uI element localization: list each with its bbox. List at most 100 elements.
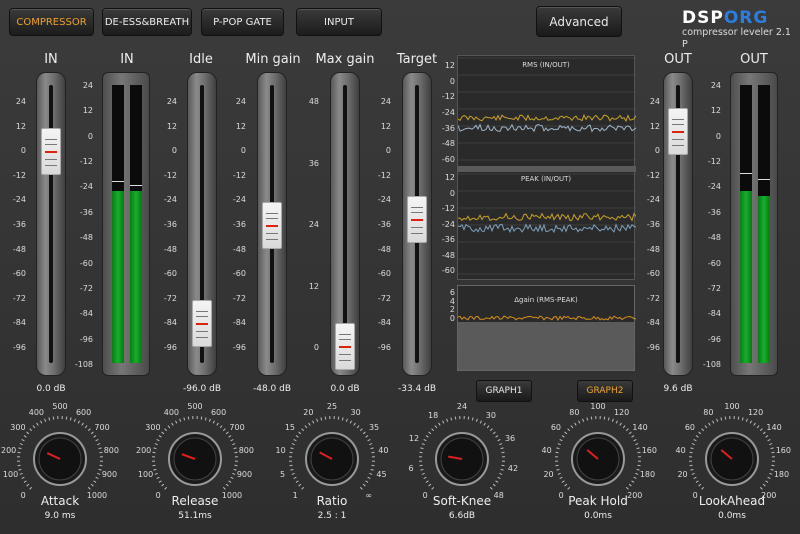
scale-tick: -48: [163, 244, 177, 254]
graph1-button[interactable]: GRAPH1: [476, 380, 532, 402]
knob-tick-label: 800: [238, 445, 254, 455]
scale-tick: 0: [87, 131, 93, 141]
in-value: 0.0 dB: [36, 384, 66, 394]
tab-compressor[interactable]: COMPRESSOR: [9, 8, 94, 36]
scale-tick: 12: [166, 121, 177, 131]
knob-name: Attack: [40, 494, 80, 508]
scale-tick: -108: [74, 360, 93, 369]
scale-tick: 6: [449, 288, 455, 297]
knob-tick-label: 18: [428, 410, 439, 420]
scale-tick: 24: [380, 97, 391, 106]
scale-tick: -84: [163, 318, 177, 328]
knob-tick-label: 30: [485, 410, 496, 420]
tab-p-pop-gate[interactable]: P-POP GATE: [201, 8, 284, 36]
knob-value: 0.0ms: [584, 511, 612, 521]
knob-tick-label: 400: [163, 407, 180, 417]
tab-input[interactable]: INPUT: [296, 8, 382, 36]
knob-name: LookAhead: [698, 494, 766, 508]
tab-de-ess-breath[interactable]: DE-ESS&BREATH: [102, 8, 192, 36]
scale-tick: -72: [707, 283, 721, 293]
scale-tick: -24: [441, 108, 455, 117]
scale-tick: 24: [82, 81, 93, 90]
scale-tick: 24: [710, 81, 721, 90]
scale-tick: -48: [232, 244, 246, 254]
in-slider-handle[interactable]: [41, 128, 61, 175]
idle-slider-title: Idle: [189, 52, 213, 67]
knob-value: 2.5 : 1: [317, 511, 347, 521]
delta-graph-title: Δgain (RMS-PEAK): [514, 296, 578, 304]
knob-tick-label: 100: [590, 402, 606, 411]
rms-peak-graph: RMS (IN/OUT) PEAK (IN/OUT): [457, 55, 637, 280]
in-slider-title: IN: [44, 52, 58, 67]
scale-tick: -60: [707, 258, 721, 268]
knob-value: 0.0ms: [718, 511, 746, 521]
scale-tick: -96: [163, 343, 177, 352]
scale-tick: -84: [377, 318, 391, 328]
knob-tick-label: 30: [350, 407, 361, 417]
knob-tick-label: 140: [766, 423, 782, 433]
knob-name: Ratio: [316, 494, 348, 508]
scale-tick: -24: [163, 195, 177, 205]
scale-tick: -24: [377, 195, 391, 205]
scale-tick: -96: [12, 343, 26, 352]
knob-tick-label: 200: [1, 445, 17, 455]
scale-tick: 0: [449, 76, 455, 86]
scale-tick: -12: [12, 170, 26, 180]
knob-tick-label: 180: [773, 470, 790, 480]
scale-tick: -60: [12, 269, 26, 279]
app-logo: DSPORG compressor leveler 2.1 P: [682, 8, 791, 50]
scale-tick: 4: [449, 296, 455, 306]
scale-tick: -48: [12, 244, 26, 254]
scale-tick: -48: [707, 233, 721, 243]
knob-tick-label: 40: [675, 445, 686, 455]
scale-tick: -72: [163, 293, 177, 303]
scale-tick: 0: [385, 146, 391, 156]
scale-tick: -60: [232, 269, 246, 279]
scale-tick: -24: [79, 182, 93, 192]
scale-tick: -36: [441, 123, 455, 133]
out-slider-handle[interactable]: [668, 108, 688, 155]
scale-tick: -12: [377, 170, 391, 180]
min-gain-slider-handle[interactable]: [262, 202, 282, 249]
scale-tick: -36: [163, 220, 177, 229]
scale-tick: -12: [79, 157, 93, 167]
out-value: 9.6 dB: [663, 384, 693, 394]
knob-tick-label: 60: [684, 423, 696, 433]
scale-tick: 0: [20, 146, 26, 156]
scale-tick: 12: [444, 173, 455, 182]
scale-tick: 2: [449, 305, 455, 315]
knob-tick-label: 20: [303, 407, 314, 417]
target-slider-handle[interactable]: [407, 196, 427, 243]
knob-tick-label: 25: [326, 402, 338, 411]
knob-tick-label: 120: [613, 407, 630, 417]
scale-tick: 0: [715, 131, 721, 141]
idle-value: -96.0 dB: [182, 384, 222, 394]
peak-graph-title: PEAK (IN/OUT): [520, 175, 572, 183]
scale-tick: -72: [377, 293, 391, 303]
scale-tick: 12: [15, 121, 26, 131]
advanced-button[interactable]: Advanced: [536, 6, 622, 37]
knob-tick-label: 700: [94, 423, 110, 433]
scale-tick: -84: [707, 309, 721, 319]
idle-slider-handle[interactable]: [192, 300, 212, 347]
knob-tick-label: 6: [408, 464, 414, 474]
scale-tick: -12: [232, 170, 246, 180]
max-gain-slider-handle[interactable]: [335, 323, 355, 370]
delta-gain-graph: Δgain (RMS-PEAK): [457, 285, 636, 371]
scale-tick: 12: [380, 121, 391, 131]
knob-value: 6.6dB: [448, 511, 476, 521]
scale-tick: -12: [163, 170, 177, 180]
in-level-meter: [102, 72, 150, 376]
scale-tick: -60: [441, 266, 455, 275]
scale-tick: 24: [649, 97, 660, 106]
scale-tick: -36: [79, 207, 93, 217]
scale-tick: -60: [646, 269, 660, 279]
knob-value: 51.1ms: [178, 511, 212, 521]
scale-tick: -24: [646, 195, 660, 205]
in-slider-track[interactable]: [36, 72, 66, 376]
max-gain-slider-title: Max gain: [315, 52, 375, 67]
scale-tick: -12: [707, 157, 721, 167]
graph2-button[interactable]: GRAPH2: [577, 380, 633, 402]
knob-tick-label: 80: [703, 407, 714, 417]
scale-tick: -48: [377, 244, 391, 254]
